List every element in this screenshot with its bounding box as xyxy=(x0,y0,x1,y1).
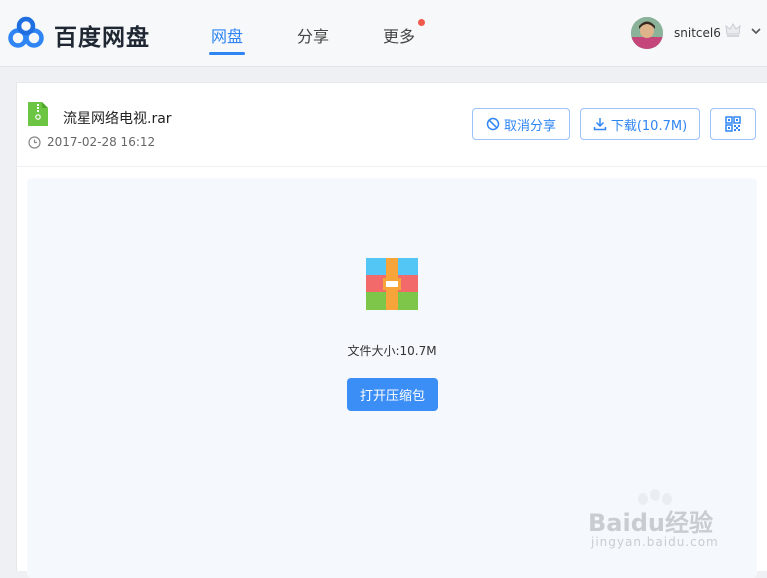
file-name: 流星网络电视.rar xyxy=(63,111,172,127)
chevron-down-icon[interactable] xyxy=(749,24,763,38)
file-date: 2017-02-28 16:12 xyxy=(47,135,156,149)
logo-text[interactable]: 百度网盘 xyxy=(54,18,150,52)
watermark-subtext: jingyan.baidu.com xyxy=(591,535,719,549)
cancel-share-button[interactable]: 取消分享 xyxy=(472,108,570,140)
clock-icon xyxy=(28,136,41,149)
file-size-text: 文件大小:10.7M xyxy=(347,344,437,358)
top-header: 百度网盘 网盘 分享 更多 snitcel6 xyxy=(0,0,767,67)
nav-item-share[interactable]: 分享 xyxy=(297,23,329,47)
ban-icon xyxy=(486,117,500,131)
download-button[interactable]: 下载(10.7M) xyxy=(580,108,700,140)
qrcode-button[interactable] xyxy=(710,108,756,140)
nav-item-netdisk[interactable]: 网盘 xyxy=(211,23,243,47)
download-label: 下载(10.7M) xyxy=(610,118,688,134)
notification-badge xyxy=(418,19,425,26)
avatar[interactable] xyxy=(631,17,663,49)
username[interactable]: snitcel6 xyxy=(674,26,721,40)
watermark-text: Baidu经验 xyxy=(588,509,713,537)
archive-icon xyxy=(366,258,418,310)
nav-item-more[interactable]: 更多 xyxy=(383,23,415,47)
zip-file-icon xyxy=(28,102,48,126)
header-divider xyxy=(17,166,767,167)
vip-crown-icon[interactable] xyxy=(724,21,742,39)
download-icon xyxy=(593,118,607,131)
open-archive-button[interactable]: 打开压缩包 xyxy=(347,378,438,411)
qrcode-icon xyxy=(725,116,741,132)
baidu-netdisk-logo-icon[interactable] xyxy=(8,15,44,51)
cancel-share-label: 取消分享 xyxy=(503,118,556,134)
nav-active-indicator xyxy=(209,52,245,55)
